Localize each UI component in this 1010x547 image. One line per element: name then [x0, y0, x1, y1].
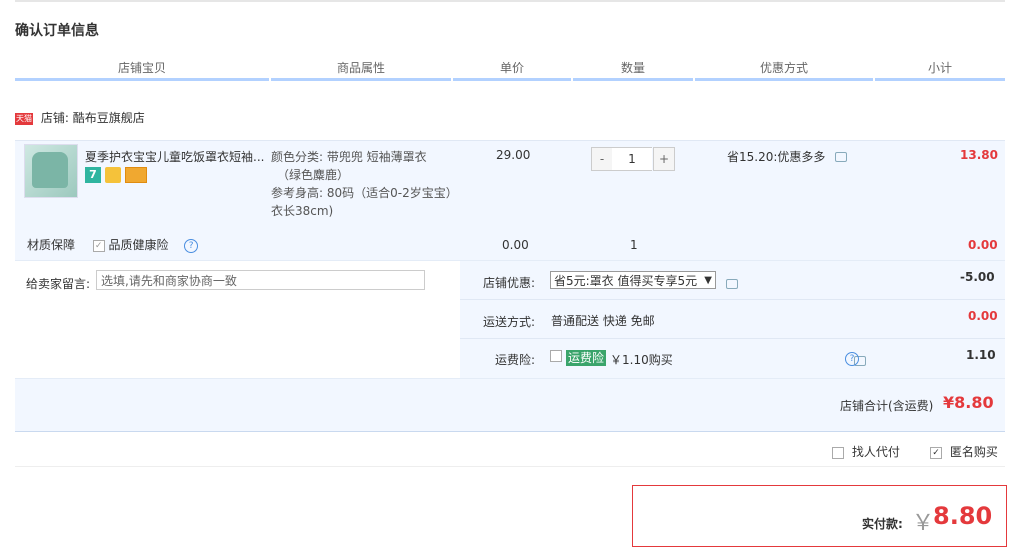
product-name[interactable]: 夏季护衣宝宝儿童吃饭罩衣短袖... [85, 148, 265, 165]
qty-input[interactable]: 1 [612, 147, 652, 171]
insurance-label: 材质保障 [27, 238, 76, 252]
top-divider [15, 0, 1005, 2]
col-header-discount: 优惠方式 [695, 58, 873, 81]
anonymous-checkbox[interactable]: ✓ [930, 446, 942, 459]
shop-discount-selected: 省5元:罩衣 值得买专享5元 [554, 274, 698, 288]
col-header-qty: 数量 [573, 58, 693, 81]
payment-label: 实付款: [862, 517, 903, 531]
product-attributes: 颜色分类: 带兜兜 短袖薄罩衣 （绿色麋鹿） 参考身高: 80码（适合0-2岁宝… [271, 148, 461, 220]
shipping-value: 0.00 [968, 309, 998, 323]
order-options-panel [460, 260, 1005, 379]
shop-discount-value: -5.00 [960, 270, 995, 284]
shop-row: 天猫 店铺: 酷布豆旗舰店 [15, 108, 145, 128]
table-header: 店铺宝贝 商品属性 单价 数量 优惠方式 小计 [15, 58, 1005, 82]
shop-label: 店铺: [40, 111, 69, 125]
shop-discount-select[interactable]: 省5元:罩衣 值得买专享5元 ▼ [550, 271, 716, 289]
attr-line: 衣长38cm) [271, 204, 334, 218]
proxy-pay-option[interactable]: 找人代付 [832, 443, 900, 460]
qty-plus-button[interactable]: + [653, 147, 675, 171]
insurance-checkbox[interactable]: ✓ [92, 239, 105, 252]
insurance-subtotal: 0.00 [968, 238, 998, 252]
dropdown-arrow-icon: ▼ [704, 275, 712, 286]
chat-icon[interactable] [726, 278, 738, 289]
insurance-qty: 1 [630, 238, 638, 252]
divider [460, 338, 1005, 339]
page-title: 确认订单信息 [15, 23, 99, 39]
shipping-label: 运送方式: [482, 315, 535, 329]
material-guarantee-row: 材质保障 ✓ 品质健康险 ? [27, 236, 199, 253]
freight-insurance-badge: 运费险 [566, 350, 607, 366]
help-icon[interactable]: ? [184, 238, 199, 253]
col-header-item: 店铺宝贝 [15, 58, 269, 81]
col-header-attr: 商品属性 [271, 58, 451, 81]
shipping-method: 普通配送 快递 免邮 [551, 314, 655, 328]
discount-text: 省15.20:优惠多多 [727, 150, 826, 164]
col-header-subtotal: 小计 [875, 58, 1005, 81]
unit-price: 29.00 [496, 148, 531, 162]
attr-line: （绿色麋鹿） [277, 168, 350, 182]
anonymous-option[interactable]: ✓ 匿名购买 [930, 443, 998, 460]
item-subtotal: 13.80 [960, 148, 998, 162]
payment-currency: ￥ [912, 511, 935, 536]
card-pay-icon[interactable] [125, 167, 147, 183]
message-label: 给卖家留言: [26, 277, 91, 291]
qty-minus-button[interactable]: - [591, 147, 613, 171]
guarantee-icon[interactable] [105, 167, 121, 183]
seven-day-return-icon[interactable]: 7 [85, 167, 101, 183]
proxy-pay-label: 找人代付 [851, 445, 900, 459]
proxy-pay-checkbox[interactable] [832, 446, 844, 459]
freight-insurance-price: ￥1.10购买 [610, 353, 673, 367]
product-image-shirt [32, 152, 68, 188]
anonymous-label: 匿名购买 [949, 445, 998, 459]
freight-insurance-checkbox[interactable] [550, 350, 562, 362]
freight-insurance-value: 1.10 [966, 348, 996, 362]
attr-line: 颜色分类: 带兜兜 短袖薄罩衣 [271, 150, 427, 164]
shop-total-value: ¥8.80 [943, 393, 994, 412]
discount-info: 省15.20:优惠多多 [727, 148, 848, 165]
tmall-icon: 天猫 [15, 112, 33, 125]
col-header-price: 单价 [453, 58, 571, 81]
help-icon[interactable]: ? [845, 352, 859, 366]
shop-total-label: 店铺合计(含运费) [840, 399, 934, 413]
divider [460, 299, 1005, 300]
insurance-option: 品质健康险 [108, 238, 169, 252]
freight-insurance-label: 运费险: [494, 353, 535, 367]
shop-name[interactable]: 酷布豆旗舰店 [73, 111, 145, 125]
attr-line: 参考身高: 80码（适合0-2岁宝宝） [271, 186, 458, 200]
payment-value: 8.80 [933, 502, 993, 530]
chat-icon[interactable] [835, 151, 848, 162]
quantity-stepper: - 1 + [591, 147, 675, 171]
insurance-price: 0.00 [502, 238, 529, 252]
shop-discount-label: 店铺优惠: [482, 276, 535, 290]
message-input[interactable]: 选填,请先和商家协商一致 [96, 270, 425, 290]
